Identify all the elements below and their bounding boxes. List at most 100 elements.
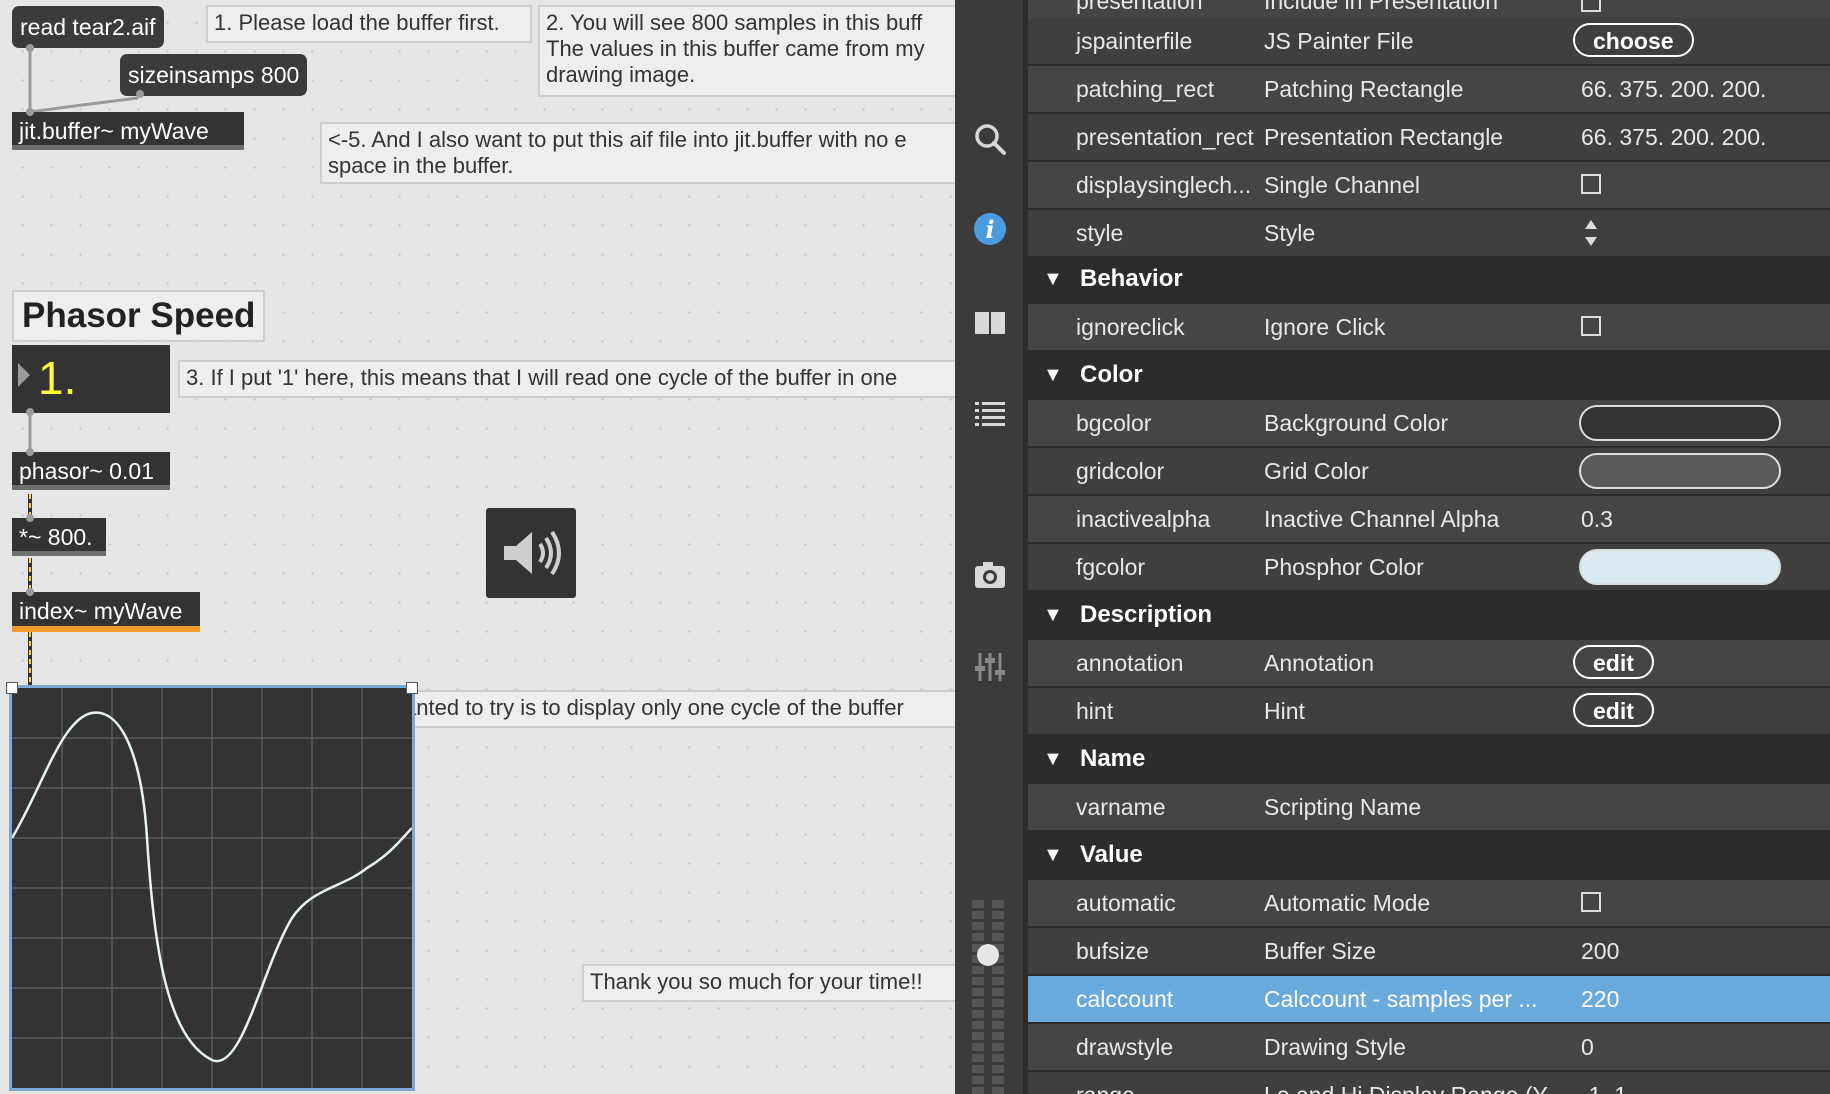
inlet-jitbuffer[interactable] <box>26 108 34 116</box>
row-annotation[interactable]: annotation Annotation edit <box>1028 640 1830 686</box>
automatic-checkbox[interactable] <box>1581 892 1601 912</box>
inlet-multiply[interactable] <box>26 514 34 522</box>
outlet-jitbuffer[interactable] <box>136 90 144 98</box>
read-message[interactable]: read tear2.aif <box>12 6 164 48</box>
sizeinsamps-message[interactable]: sizeinsamps 800 <box>120 54 308 96</box>
level-meter[interactable] <box>970 900 1008 1094</box>
svg-text:i: i <box>985 215 994 244</box>
level-knob[interactable] <box>977 944 999 966</box>
collapse-triangle-icon[interactable]: ▼ <box>1043 352 1063 398</box>
row-bgcolor[interactable]: bgcolor Background Color <box>1028 400 1830 446</box>
row-presentation-rect[interactable]: presentation_rect Presentation Rectangle… <box>1028 114 1830 160</box>
list-icon[interactable] <box>973 398 1007 432</box>
row-calccount[interactable]: calccount Calccount - samples per ... 22… <box>1028 976 1830 1022</box>
edit-hint-button[interactable]: edit <box>1573 693 1654 727</box>
attr-name: presentation_rect <box>1076 124 1254 150</box>
section-value[interactable]: ▼ Value <box>1028 832 1830 878</box>
inlet-phasor[interactable] <box>26 448 34 456</box>
number-box[interactable]: 1. <box>12 345 170 413</box>
attr-label: Drawing Style <box>1264 1034 1406 1060</box>
row-fgcolor[interactable]: fgcolor Phosphor Color <box>1028 544 1830 590</box>
comment-aif-jitbuffer: <-5. And I also want to put this aif fil… <box>320 122 955 184</box>
outlet-number[interactable] <box>26 408 34 416</box>
attr-label: Hint <box>1264 698 1305 724</box>
bgcolor-swatch[interactable] <box>1579 405 1781 441</box>
row-range[interactable]: range Lo and Hi Display Range (Y... -1. … <box>1028 1072 1830 1094</box>
index-object[interactable]: index~ myWave <box>12 592 200 632</box>
section-name[interactable]: ▼ Name <box>1028 736 1830 782</box>
calccount-value[interactable]: 220 <box>1581 976 1619 1022</box>
row-bufsize[interactable]: bufsize Buffer Size 200 <box>1028 928 1830 974</box>
bufsize-value[interactable]: 200 <box>1581 928 1619 974</box>
book-icon[interactable] <box>973 306 1007 340</box>
section-title: Name <box>1080 745 1146 772</box>
row-gridcolor[interactable]: gridcolor Grid Color <box>1028 448 1830 494</box>
comment-800-samples-line3: drawing image. <box>546 62 696 87</box>
presentation-checkbox[interactable] <box>1581 0 1601 12</box>
section-behavior[interactable]: ▼ Behavior <box>1028 256 1830 302</box>
scope-handle-tr[interactable] <box>406 682 418 694</box>
collapse-triangle-icon[interactable]: ▼ <box>1043 832 1063 878</box>
jit-buffer-object[interactable]: jit.buffer~ myWave <box>12 112 244 150</box>
style-stepper-icon[interactable] <box>1583 218 1599 248</box>
ezdac-speaker[interactable] <box>486 508 576 598</box>
fgcolor-swatch[interactable] <box>1579 549 1781 585</box>
edit-annotation-button[interactable]: edit <box>1573 645 1654 679</box>
comment-aif-line1: <-5. And I also want to put this aif fil… <box>328 127 907 152</box>
row-ignoreclick[interactable]: ignoreclick Ignore Click <box>1028 304 1830 350</box>
inactive-alpha-value[interactable]: 0.3 <box>1581 496 1613 542</box>
choose-button[interactable]: choose <box>1573 23 1694 57</box>
patching-rect-value[interactable]: 66. 375. 200. 200. <box>1581 66 1766 112</box>
outlet-read[interactable] <box>26 44 34 52</box>
section-description[interactable]: ▼ Description <box>1028 592 1830 638</box>
inlet-index[interactable] <box>26 588 34 596</box>
attr-name: displaysinglech... <box>1076 172 1252 198</box>
collapse-triangle-icon[interactable]: ▼ <box>1043 736 1063 782</box>
attr-label: Single Channel <box>1264 172 1421 198</box>
row-inactivealpha[interactable]: inactivealpha Inactive Channel Alpha 0.3 <box>1028 496 1830 542</box>
row-varname[interactable]: varname Scripting Name <box>1028 784 1830 830</box>
comment-aif-line2: space in the buffer. <box>328 153 514 178</box>
search-icon[interactable] <box>973 122 1007 156</box>
attr-label: Automatic Mode <box>1264 890 1431 916</box>
row-style[interactable]: style Style <box>1028 210 1830 256</box>
ignore-click-checkbox[interactable] <box>1581 316 1601 336</box>
collapse-triangle-icon[interactable]: ▼ <box>1043 256 1063 302</box>
patcher-canvas[interactable]: read tear2.aif sizeinsamps 800 1. Please… <box>0 0 955 1094</box>
attr-name: range <box>1076 1072 1135 1094</box>
scope-display[interactable] <box>9 685 415 1091</box>
row-jspainterfile[interactable]: jspainterfile JS Painter File choose <box>1028 18 1830 64</box>
attr-name: drawstyle <box>1076 1034 1174 1060</box>
phasor-object[interactable]: phasor~ 0.01 <box>12 452 170 490</box>
section-title: Value <box>1080 841 1143 868</box>
single-channel-checkbox[interactable] <box>1581 174 1601 194</box>
cord-size-to-buffer <box>29 96 139 114</box>
attr-label: Background Color <box>1264 410 1449 436</box>
row-patching-rect[interactable]: patching_rect Patching Rectangle 66. 375… <box>1028 66 1830 112</box>
attr-label: Patching Rectangle <box>1264 76 1464 102</box>
phasor-speed-heading: Phasor Speed <box>12 290 266 342</box>
row-displaysinglechannel[interactable]: displaysinglech... Single Channel <box>1028 162 1830 208</box>
number-triangle-icon <box>18 363 30 387</box>
comment-800-samples-line2: The values in this buffer came from my <box>546 36 925 61</box>
attr-name: automatic <box>1076 890 1176 916</box>
row-automatic[interactable]: automatic Automatic Mode <box>1028 880 1830 926</box>
presentation-rect-value[interactable]: 66. 375. 200. 200. <box>1581 114 1766 160</box>
sliders-icon[interactable] <box>973 650 1007 684</box>
attr-name: calccount <box>1076 986 1174 1012</box>
info-icon[interactable]: i <box>973 212 1007 246</box>
collapse-triangle-icon[interactable]: ▼ <box>1043 592 1063 638</box>
drawstyle-value[interactable]: 0 <box>1581 1024 1594 1070</box>
inspector-toolbar: i <box>955 0 1023 1094</box>
multiply-object[interactable]: *~ 800. <box>12 518 106 556</box>
row-hint[interactable]: hint Hint edit <box>1028 688 1830 734</box>
attr-name: bufsize <box>1076 938 1149 964</box>
gridcolor-swatch[interactable] <box>1579 453 1781 489</box>
scope-handle-tl[interactable] <box>6 682 18 694</box>
range-value[interactable]: -1. 1. <box>1581 1072 1633 1094</box>
row-drawstyle[interactable]: drawstyle Drawing Style 0 <box>1028 1024 1830 1070</box>
comment-800-samples: 2. You will see 800 samples in this buff… <box>538 5 955 97</box>
camera-icon[interactable] <box>973 558 1007 592</box>
number-value: 1. <box>38 352 77 404</box>
section-color[interactable]: ▼ Color <box>1028 352 1830 398</box>
